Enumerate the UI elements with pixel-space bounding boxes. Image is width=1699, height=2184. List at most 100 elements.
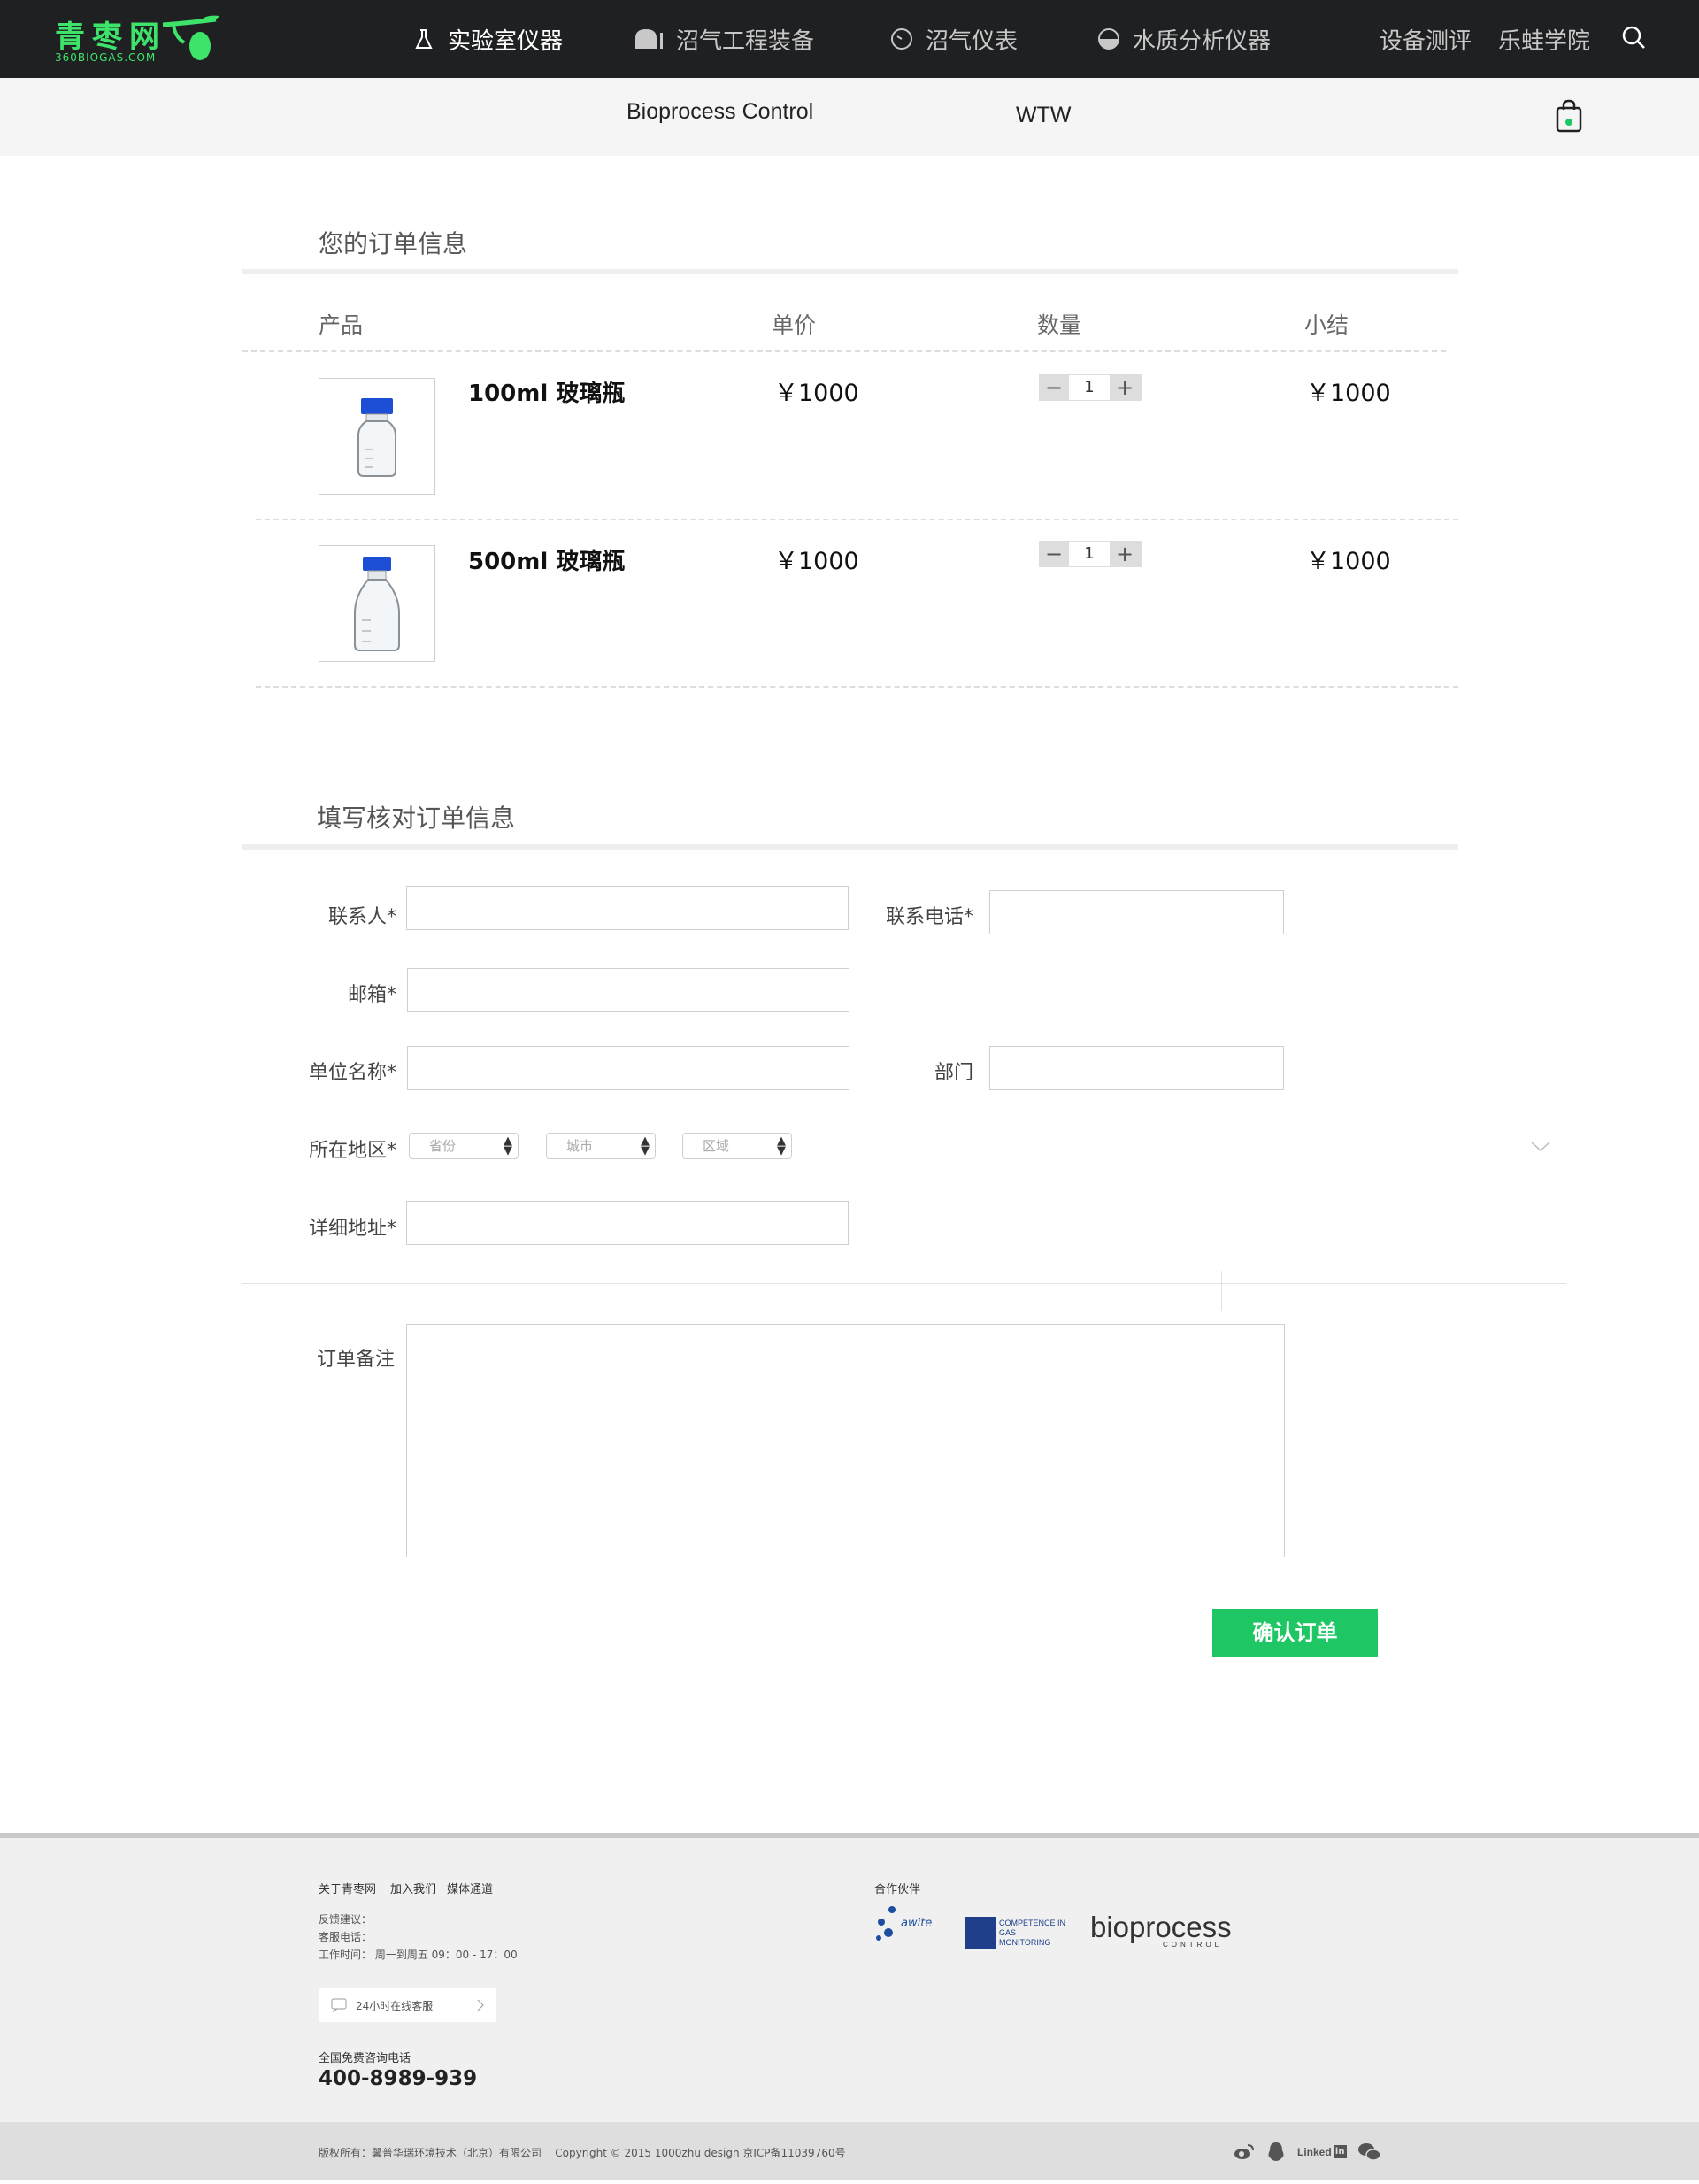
form-divider-tick	[1221, 1271, 1222, 1311]
footer-link-media[interactable]: 媒体通道	[447, 1880, 493, 1896]
district-select[interactable]: 区域 ▲ ▼	[682, 1133, 792, 1159]
site-logo-domain: 360BIOGAS.COM	[55, 51, 157, 64]
nav-label: 沼气仪表	[926, 27, 1019, 55]
quantity-input[interactable]: 1	[1069, 542, 1110, 566]
bioprocess-logo-subtext: CONTROL	[1163, 1941, 1223, 1949]
select-arrows-icon: ▲ ▼	[504, 1134, 512, 1157]
footer-link-join[interactable]: 加入我们	[390, 1880, 436, 1896]
nav-lab-instruments[interactable]: 实验室仪器	[412, 21, 563, 57]
linkedin-icon[interactable]: Linked in	[1297, 2145, 1347, 2158]
product-subtotal: ￥1000	[1306, 548, 1391, 575]
working-hours-text: 工作时间： 周一到周五 09：00 - 17：00	[319, 1949, 518, 1961]
quantity-stepper: − 1 +	[1039, 374, 1142, 401]
wechat-icon[interactable]	[1357, 2142, 1382, 2163]
quantity-input[interactable]: 1	[1069, 375, 1110, 400]
company-field[interactable]	[407, 1046, 850, 1090]
order-note-textarea[interactable]	[406, 1324, 1285, 1557]
column-unit-price: 单价	[772, 312, 817, 338]
feedback-text: 反馈建议：	[319, 1913, 373, 1926]
company-label: 单位名称*	[308, 1062, 396, 1084]
city-select[interactable]: 城市 ▲ ▼	[546, 1133, 656, 1159]
form-section-title: 填写核对订单信息	[317, 804, 516, 833]
flask-icon	[415, 29, 433, 49]
column-quantity: 数量	[1037, 312, 1082, 338]
chat-bubble-icon	[331, 1998, 347, 2012]
copyright-text: 版权所有：馨普华瑞环境技术（北京）有限公司 Copyright © 2015 1…	[319, 2147, 846, 2159]
chevron-down-icon[interactable]	[1531, 1142, 1550, 1152]
tank-icon	[635, 29, 663, 49]
order-note-label: 订单备注	[317, 1349, 396, 1371]
email-field[interactable]	[407, 968, 850, 1012]
nav-water-analysis[interactable]: 水质分析仪器	[1097, 21, 1271, 57]
copyright-bar	[0, 2122, 1699, 2180]
department-label: 部门	[934, 1062, 973, 1084]
shopping-bag-icon[interactable]	[1556, 99, 1582, 133]
row-divider	[256, 686, 1458, 688]
site-logo-text[interactable]: 青枣网	[55, 12, 166, 56]
order-info-title: 您的订单信息	[319, 229, 468, 258]
nav-label: 沼气工程装备	[676, 27, 815, 55]
product-name[interactable]: 500ml 玻璃瓶	[468, 543, 625, 576]
nav-equipment-review[interactable]: 设备测评	[1380, 21, 1472, 57]
product-thumbnail[interactable]	[319, 545, 435, 662]
partner-logo-union[interactable]: COMPETENCE IN GAS MONITORING	[965, 1915, 1071, 1950]
hotline-number: 400-8989-939	[319, 2067, 478, 2090]
partner-logo-awite[interactable]: awite	[874, 1904, 945, 1952]
awite-logo-text: awite	[901, 1917, 933, 1930]
section-divider	[242, 844, 1458, 850]
product-subtotal: ￥1000	[1306, 380, 1391, 407]
nav-biogas-meters[interactable]: 沼气仪表	[890, 21, 1018, 57]
product-thumbnail[interactable]	[319, 378, 435, 495]
select-value: 省份	[429, 1138, 457, 1154]
department-field[interactable]	[989, 1046, 1284, 1090]
select-value: 区域	[703, 1138, 730, 1154]
glass-bottle-image	[354, 557, 400, 651]
brand-wtw[interactable]: WTW	[1016, 103, 1071, 128]
product-price: ￥1000	[774, 548, 859, 575]
linkedin-box: in	[1333, 2145, 1347, 2158]
select-arrows-icon: ▲ ▼	[777, 1134, 786, 1157]
online-service-button[interactable]: 24小时在线客服	[319, 1988, 496, 2022]
decrease-button[interactable]: −	[1039, 541, 1069, 567]
form-divider	[242, 1283, 1566, 1284]
column-subtotal: 小结	[1304, 312, 1349, 338]
hotline-label: 全国免费咨询电话	[319, 2052, 411, 2065]
contact-field[interactable]	[406, 886, 849, 930]
qq-icon[interactable]	[1267, 2142, 1285, 2163]
decrease-button[interactable]: −	[1039, 374, 1069, 401]
nav-lewa-academy[interactable]: 乐蛙学院	[1498, 21, 1590, 57]
nav-label: 实验室仪器	[448, 27, 564, 55]
glass-bottle-image	[357, 398, 396, 477]
increase-button[interactable]: +	[1110, 374, 1140, 401]
linkedin-text: Linked	[1297, 2145, 1332, 2158]
address-field[interactable]	[406, 1201, 849, 1245]
footer-link-about[interactable]: 关于青枣网	[319, 1880, 376, 1896]
confirm-order-button[interactable]: 确认订单	[1212, 1609, 1378, 1657]
partner-logo-bioprocess[interactable]: bioprocess CONTROL	[1090, 1911, 1232, 1954]
phone-field[interactable]	[989, 890, 1284, 934]
jujube-logo-icon[interactable]	[161, 11, 223, 64]
province-select[interactable]: 省份 ▲ ▼	[409, 1133, 519, 1159]
column-product: 产品	[319, 312, 364, 338]
union-logo-icon	[965, 1917, 996, 1949]
row-divider	[256, 519, 1458, 520]
section-divider	[242, 269, 1458, 274]
address-label: 详细地址*	[308, 1218, 396, 1240]
product-name[interactable]: 100ml 玻璃瓶	[468, 375, 625, 408]
site-footer	[0, 1833, 1699, 2122]
nav-biogas-equipment[interactable]: 沼气工程装备	[634, 21, 814, 57]
select-value: 城市	[566, 1138, 594, 1154]
brand-subnav	[0, 78, 1699, 156]
brand-bioprocess-control[interactable]: Bioprocess Control	[627, 99, 813, 125]
phone-label: 联系电话*	[885, 906, 973, 928]
weibo-icon[interactable]	[1234, 2143, 1255, 2161]
increase-button[interactable]: +	[1110, 541, 1140, 567]
union-logo-text: COMPETENCE IN GAS MONITORING	[999, 1918, 1066, 1947]
water-icon	[1098, 28, 1119, 50]
search-icon[interactable]	[1621, 25, 1646, 50]
product-price: ￥1000	[774, 380, 859, 407]
region-label: 所在地区*	[308, 1140, 396, 1162]
email-label: 邮箱*	[347, 984, 396, 1006]
gauge-icon	[891, 28, 912, 50]
bioprocess-logo-text: bioprocess	[1090, 1911, 1232, 1943]
